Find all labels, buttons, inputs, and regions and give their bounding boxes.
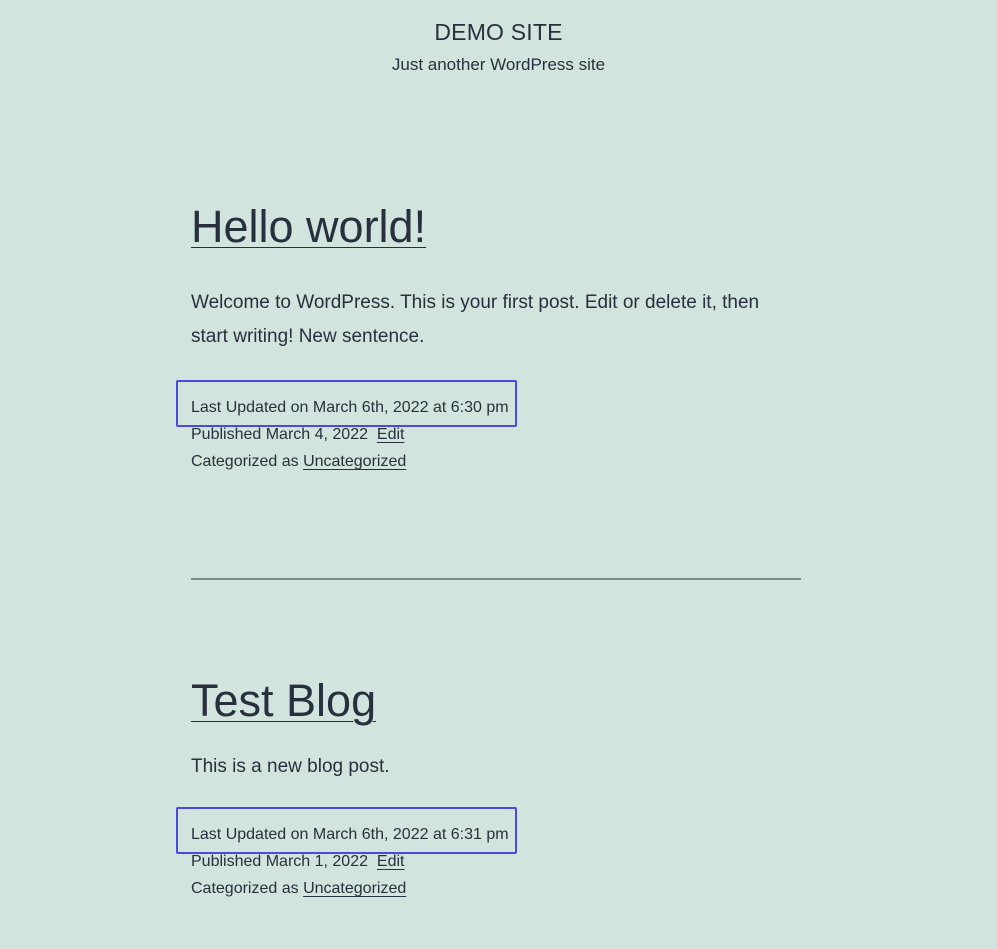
post-hello-world: Hello world! Welcome to WordPress. This …: [176, 204, 801, 475]
highlight-box: [176, 807, 517, 854]
categorized-label: Categorized as: [191, 880, 299, 897]
post-separator: [191, 578, 801, 580]
edit-link[interactable]: Edit: [377, 426, 405, 443]
post-meta: Last Updated on March 6th, 2022 at 6:30 …: [176, 380, 801, 475]
site-title[interactable]: DEMO SITE: [0, 19, 997, 46]
site-tagline: Just another WordPress site: [391, 55, 606, 74]
category-link[interactable]: Uncategorized: [303, 453, 406, 470]
post-excerpt: This is a new blog post.: [191, 756, 390, 777]
post-excerpt: Welcome to WordPress. This is your first…: [191, 292, 760, 347]
highlight-box: [176, 380, 517, 427]
post-test-blog: Test Blog This is a new blog post. Last …: [176, 678, 801, 902]
post-meta: Last Updated on March 6th, 2022 at 6:31 …: [176, 807, 801, 902]
post-title-link[interactable]: Hello world!: [191, 204, 426, 249]
last-updated-highlight: Last Updated on March 6th, 2022 at 6:31 …: [176, 807, 517, 854]
categorized-label: Categorized as: [191, 453, 299, 470]
category-link[interactable]: Uncategorized: [303, 880, 406, 897]
last-updated-highlight: Last Updated on March 6th, 2022 at 6:30 …: [176, 380, 517, 427]
published-date: Published March 1, 2022: [191, 853, 368, 870]
published-date: Published March 4, 2022: [191, 426, 368, 443]
edit-link[interactable]: Edit: [377, 853, 405, 870]
post-title-link[interactable]: Test Blog: [191, 678, 376, 723]
